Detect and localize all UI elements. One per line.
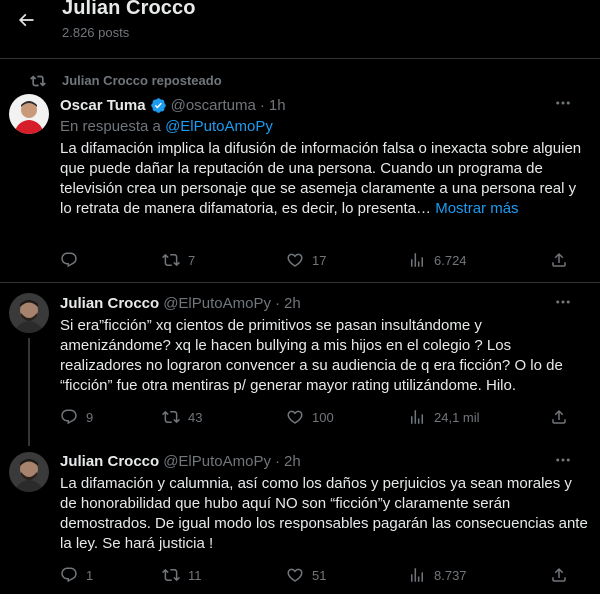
like-icon — [287, 253, 303, 267]
action-bar: 1 11 51 8.737 — [60, 565, 580, 585]
more-button[interactable] — [552, 449, 574, 471]
share-button[interactable] — [550, 250, 568, 270]
show-more-link[interactable]: Mostrar más — [435, 200, 518, 217]
views-count: 8.737 — [434, 567, 467, 583]
header-divider — [0, 58, 600, 59]
author-name[interactable]: Julian Crocco — [60, 453, 159, 470]
thread-line — [28, 338, 30, 446]
repost-count: 43 — [188, 409, 203, 425]
author-handle[interactable]: @ElPutoAmoPy — [163, 295, 271, 312]
author-handle[interactable]: @oscartuma — [171, 97, 256, 114]
like-icon — [287, 568, 303, 582]
more-icon — [556, 458, 570, 462]
author-row: Oscar Tuma @oscartuma · 1h — [60, 94, 286, 116]
author-name[interactable]: Oscar Tuma — [60, 97, 146, 114]
like-button[interactable]: 17 — [286, 250, 326, 270]
back-arrow-icon — [18, 13, 34, 27]
avatar-julian-crocco — [9, 452, 49, 492]
share-icon — [552, 567, 566, 582]
like-button[interactable]: 100 — [286, 407, 334, 427]
tweet-1[interactable]: Julian Crocco reposteado Oscar Tuma @osc… — [0, 72, 600, 282]
author-row: Julian Crocco @ElPutoAmoPy · 2h — [60, 292, 301, 314]
tweet-3[interactable]: Julian Crocco @ElPutoAmoPy · 2h La difam… — [0, 446, 600, 594]
tweet-time[interactable]: 1h — [269, 97, 286, 114]
avatar[interactable] — [9, 94, 49, 134]
reply-button[interactable]: 1 — [60, 565, 93, 585]
tweet-text: La difamación implica la difusión de inf… — [60, 139, 588, 219]
reply-prefix: En respuesta a — [60, 118, 166, 135]
like-button[interactable]: 51 — [286, 565, 326, 585]
action-bar: 7 17 6.724 — [60, 250, 580, 270]
header-title: Julian Crocco — [62, 0, 196, 19]
views-icon — [411, 253, 423, 267]
separator-dot: · — [274, 452, 280, 470]
repost-button[interactable]: 43 — [162, 407, 202, 427]
reply-button[interactable] — [60, 250, 86, 270]
views-count: 6.724 — [434, 252, 467, 268]
views-button[interactable]: 24,1 mil — [408, 407, 480, 427]
more-button[interactable] — [552, 291, 574, 313]
verified-badge-icon — [150, 97, 166, 113]
views-icon — [411, 568, 423, 582]
reply-count: 1 — [86, 567, 94, 583]
repost-count: 7 — [188, 252, 196, 268]
tweet-time[interactable]: 2h — [284, 295, 301, 312]
like-count: 100 — [312, 409, 334, 425]
repost-icon — [30, 75, 46, 87]
avatar[interactable] — [9, 293, 49, 333]
like-count: 51 — [312, 567, 327, 583]
tweet-time[interactable]: 2h — [284, 453, 301, 470]
repost-button[interactable]: 11 — [162, 565, 202, 585]
share-icon — [552, 252, 566, 267]
author-row: Julian Crocco @ElPutoAmoPy · 2h — [60, 450, 301, 472]
views-button[interactable]: 8.737 — [408, 565, 467, 585]
views-button[interactable]: 6.724 — [408, 250, 467, 270]
tweet-divider — [0, 282, 600, 283]
back-button[interactable] — [8, 2, 44, 38]
profile-header: Julian Crocco 2.826 posts — [0, 0, 600, 58]
share-button[interactable] — [550, 407, 568, 427]
reply-context: En respuesta a @ElPutoAmoPy — [60, 118, 273, 135]
more-icon — [556, 300, 570, 304]
share-button[interactable] — [550, 565, 568, 585]
repost-icon — [162, 253, 180, 267]
avatar-oscar-tuma — [9, 94, 49, 134]
repost-count: 11 — [188, 567, 202, 583]
action-bar: 9 43 100 24,1 mil — [60, 407, 580, 427]
reply-count: 9 — [86, 409, 94, 425]
tweet-text: Si era”ficción” xq cientos de primitivos… — [60, 317, 563, 394]
separator-dot: · — [274, 294, 280, 312]
more-button[interactable] — [552, 92, 574, 114]
views-icon — [411, 410, 423, 424]
author-handle[interactable]: @ElPutoAmoPy — [163, 453, 271, 470]
tweet-text: La difamación y calumnia, así como los d… — [60, 475, 588, 552]
repost-button[interactable]: 7 — [162, 250, 195, 270]
reply-button[interactable]: 9 — [60, 407, 93, 427]
like-count: 17 — [312, 252, 327, 268]
separator-dot: · — [259, 96, 265, 114]
tweet-2[interactable]: Julian Crocco @ElPutoAmoPy · 2h Si era”f… — [0, 290, 600, 446]
repost-indicator: Julian Crocco reposteado — [30, 72, 222, 90]
more-icon — [556, 101, 570, 105]
share-icon — [552, 409, 566, 424]
like-icon — [287, 410, 303, 424]
reply-icon — [61, 567, 77, 583]
author-name[interactable]: Julian Crocco — [60, 295, 159, 312]
repost-label: Julian Crocco reposteado — [62, 73, 222, 88]
views-count: 24,1 mil — [434, 409, 480, 425]
reply-mention-link[interactable]: @ElPutoAmoPy — [165, 118, 273, 135]
avatar[interactable] — [9, 452, 49, 492]
avatar-julian-crocco — [9, 293, 49, 333]
reply-icon — [61, 252, 77, 268]
posts-count: 2.826 posts — [62, 25, 130, 40]
repost-icon — [162, 568, 180, 582]
repost-icon — [162, 410, 180, 424]
reply-icon — [61, 409, 77, 425]
